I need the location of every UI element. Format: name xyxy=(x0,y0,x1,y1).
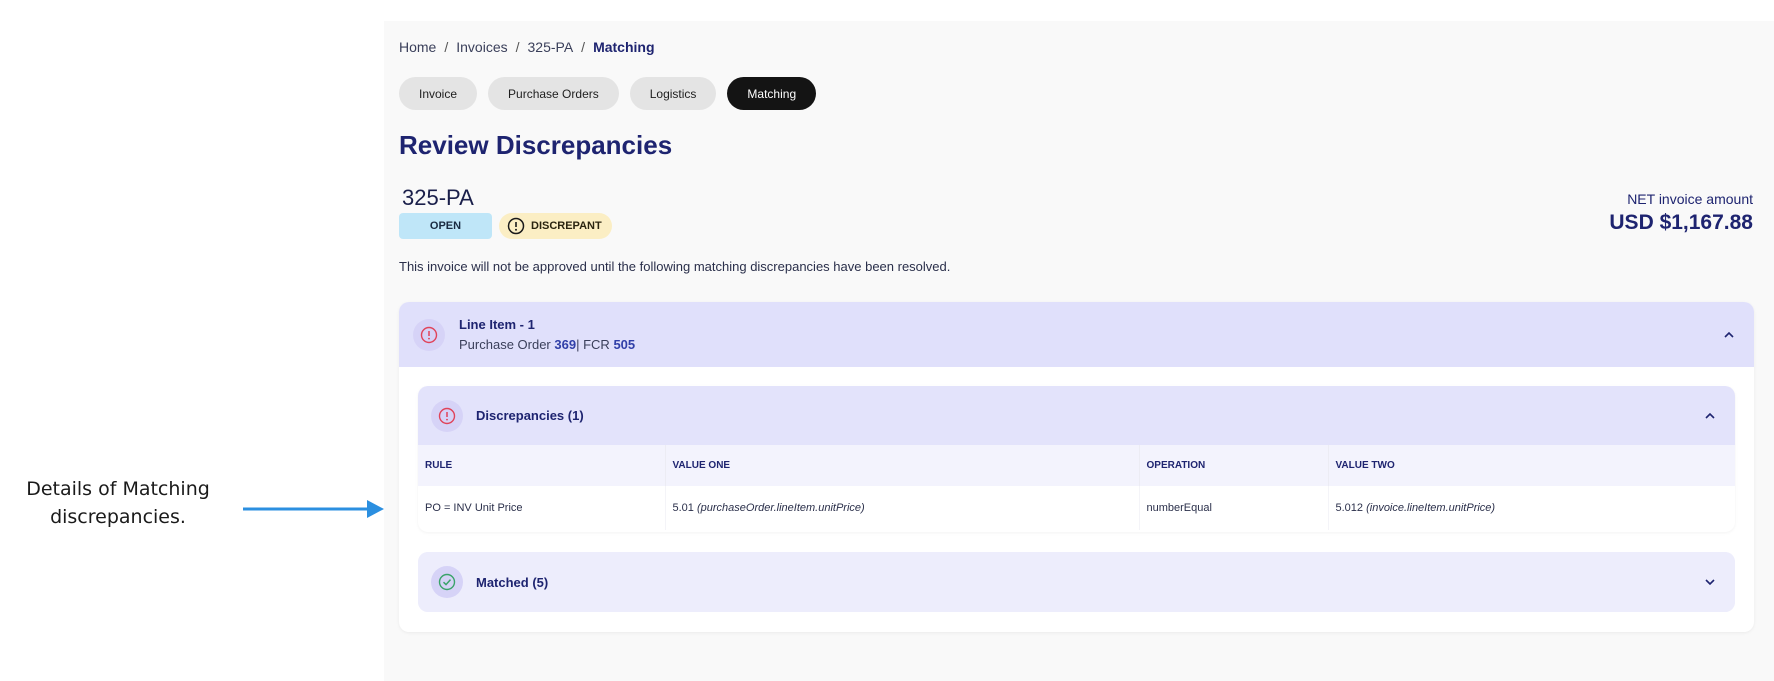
discrepancies-title: Discrepancies (1) xyxy=(476,408,584,423)
breadcrumb-invoice-id[interactable]: 325-PA xyxy=(528,39,574,55)
error-circle-icon xyxy=(420,326,438,343)
status-badge-discrepant-label: DISCREPANT xyxy=(531,220,602,232)
matched-title: Matched (5) xyxy=(476,574,549,590)
approval-note: This invoice will not be approved until … xyxy=(399,259,951,274)
line-item-title: Line Item - 1 xyxy=(459,317,535,332)
invoice-id: 325-PA xyxy=(402,185,474,210)
column-header-value-two: VALUE TWO xyxy=(1328,445,1735,486)
status-badge-discrepant: DISCREPANT xyxy=(499,213,612,239)
breadcrumb-current: Matching xyxy=(593,39,655,55)
exclamation-circle-icon xyxy=(507,217,525,235)
tab-logistics[interactable]: Logistics xyxy=(629,77,717,110)
value-one: 5.01 xyxy=(672,502,694,514)
column-header-rule: RULE xyxy=(418,445,666,486)
fcr-label: | FCR xyxy=(576,337,610,352)
chevron-up-icon[interactable] xyxy=(1703,409,1717,423)
breadcrumb-separator: / xyxy=(444,39,449,55)
cell-rule: PO = INV Unit Price xyxy=(418,486,666,530)
line-item-header[interactable]: Line Item - 1 Purchase Order 369| FCR 50… xyxy=(399,302,1754,367)
tab-invoice[interactable]: Invoice xyxy=(399,77,478,110)
breadcrumb-home[interactable]: Home xyxy=(399,39,436,55)
breadcrumb-separator: / xyxy=(515,39,520,55)
breadcrumb-separator: / xyxy=(581,39,586,55)
table-header-row: RULE VALUE ONE OPERATION VALUE TWO xyxy=(418,445,1735,486)
net-amount-block: NET invoice amount USD $1,167.88 xyxy=(1609,191,1753,235)
table-row: PO = INV Unit Price 5.01 (purchaseOrder.… xyxy=(418,486,1735,530)
status-badges: OPEN DISCREPANT xyxy=(399,213,612,239)
discrepancies-header[interactable]: Discrepancies (1) xyxy=(418,386,1735,445)
chevron-down-icon[interactable] xyxy=(1703,575,1717,589)
column-header-value-one: VALUE ONE xyxy=(665,445,1140,486)
chevron-up-icon[interactable] xyxy=(1722,328,1736,342)
tab-bar: Invoice Purchase Orders Logistics Matchi… xyxy=(399,77,817,110)
po-number-link[interactable]: 369 xyxy=(554,337,576,352)
column-header-operation: OPERATION xyxy=(1139,445,1329,486)
matched-header[interactable]: Matched (5) xyxy=(418,552,1735,612)
matched-section: Matched (5) xyxy=(418,552,1735,612)
value-two-path: (invoice.lineItem.unitPrice) xyxy=(1366,502,1496,514)
discrepancies-section: Discrepancies (1) RULE VALUE ONE OPERATI… xyxy=(418,386,1735,532)
breadcrumb-invoices[interactable]: Invoices xyxy=(456,39,507,55)
page-title: Review Discrepancies xyxy=(399,130,673,160)
discrepancies-table: RULE VALUE ONE OPERATION VALUE TWO PO = … xyxy=(418,445,1735,530)
tab-matching[interactable]: Matching xyxy=(727,77,817,110)
po-label: Purchase Order xyxy=(459,337,551,352)
cell-value-two: 5.012 (invoice.lineItem.unitPrice) xyxy=(1328,486,1735,530)
fcr-number-link[interactable]: 505 xyxy=(613,337,635,352)
matched-status xyxy=(431,566,463,598)
value-one-path: (purchaseOrder.lineItem.unitPrice) xyxy=(696,502,865,514)
net-amount-value: USD $1,167.88 xyxy=(1609,211,1753,234)
line-item-status xyxy=(413,318,445,351)
main-panel: Home / Invoices / 325-PA / Matching Invo… xyxy=(384,21,1774,681)
discrepancies-status xyxy=(431,399,463,432)
check-circle-icon xyxy=(438,573,456,591)
value-two: 5.012 xyxy=(1335,502,1364,514)
annotation-text: Details of Matching discrepancies. xyxy=(26,478,210,528)
arrow-right-icon xyxy=(243,500,384,518)
status-badge-open: OPEN xyxy=(399,213,492,239)
breadcrumb: Home / Invoices / 325-PA / Matching xyxy=(399,39,655,55)
cell-operation: numberEqual xyxy=(1139,486,1329,530)
cell-value-one: 5.01 (purchaseOrder.lineItem.unitPrice) xyxy=(665,486,1140,530)
tab-purchase-orders[interactable]: Purchase Orders xyxy=(488,77,619,110)
net-amount-label: NET invoice amount xyxy=(1627,191,1753,207)
error-circle-icon xyxy=(438,407,456,424)
line-item-card: Line Item - 1 Purchase Order 369| FCR 50… xyxy=(399,302,1754,632)
line-item-references: Purchase Order 369| FCR 505 xyxy=(459,337,635,352)
